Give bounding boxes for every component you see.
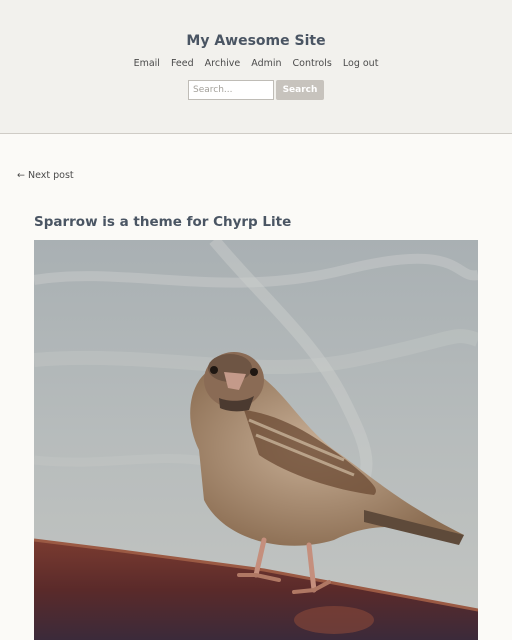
search-input[interactable] xyxy=(188,80,274,100)
post-title[interactable]: Sparrow is a theme for Chyrp Lite xyxy=(34,214,291,230)
site-title[interactable]: My Awesome Site xyxy=(0,33,512,49)
search-button[interactable]: Search xyxy=(276,80,324,100)
nav-archive[interactable]: Archive xyxy=(205,58,241,69)
post-image xyxy=(34,240,478,640)
nav-feed[interactable]: Feed xyxy=(171,58,194,69)
nav-controls[interactable]: Controls xyxy=(293,58,332,69)
site-header: My Awesome Site Email Feed Archive Admin… xyxy=(0,0,512,134)
main-nav: Email Feed Archive Admin Controls Log ou… xyxy=(0,58,512,69)
nav-logout[interactable]: Log out xyxy=(343,58,379,69)
nav-admin[interactable]: Admin xyxy=(251,58,281,69)
next-post-link[interactable]: ← Next post xyxy=(17,170,74,181)
search-form: Search xyxy=(188,80,324,100)
nav-email[interactable]: Email xyxy=(134,58,160,69)
